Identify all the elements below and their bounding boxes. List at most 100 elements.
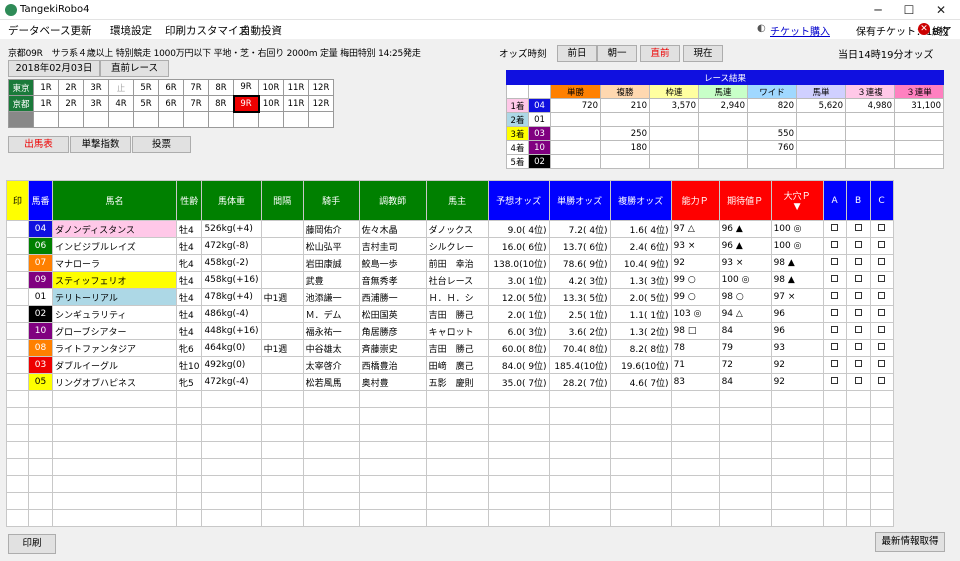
checkbox-cell[interactable] — [845, 288, 871, 306]
ticket-purchase-link[interactable]: チケット購入 — [770, 23, 830, 38]
table-row[interactable]: 07 マナローラ 牝4 458kg(-2) 岩田康誠 鮫島一歩 前田 幸治 138.0(10位… — [6, 254, 894, 272]
checkbox-cell[interactable] — [845, 356, 871, 374]
tab-index[interactable]: 単撃指数 — [70, 136, 131, 153]
exit-button[interactable]: 終了 — [932, 23, 952, 38]
checkbox-cell[interactable] — [869, 339, 894, 357]
race-button[interactable]: 2R — [58, 79, 84, 96]
checkbox[interactable] — [831, 377, 839, 384]
menu-db-update[interactable]: データベース更新 — [8, 23, 91, 38]
checkbox[interactable] — [854, 224, 862, 231]
checkbox[interactable] — [878, 258, 886, 265]
refresh-button[interactable]: 最新情報取得 — [875, 532, 945, 552]
column-header[interactable]: 印 — [6, 180, 29, 221]
checkbox[interactable] — [854, 377, 862, 384]
odds-time-button[interactable]: 直前 — [640, 45, 680, 62]
mark-cell[interactable] — [6, 322, 29, 340]
race-button[interactable]: 6R — [158, 79, 184, 96]
tab-entries[interactable]: 出馬表 — [8, 136, 69, 153]
prev-race-button[interactable]: 直前レース — [100, 60, 169, 77]
mark-cell[interactable] — [6, 356, 29, 374]
column-header[interactable]: 期待値Ｐ — [718, 180, 772, 221]
horse-name[interactable]: インビジブルレイズ — [52, 237, 177, 255]
race-button[interactable] — [158, 111, 184, 128]
race-button[interactable]: 1R — [33, 95, 59, 112]
odds-time-button[interactable]: 朝一 — [597, 45, 637, 62]
checkbox[interactable] — [878, 360, 886, 367]
race-button[interactable]: 9R — [232, 94, 260, 113]
column-header[interactable]: 大穴Ｐ ▼ — [770, 180, 824, 221]
race-button[interactable]: 1R — [33, 79, 59, 96]
checkbox[interactable] — [854, 258, 862, 265]
mark-cell[interactable] — [6, 339, 29, 357]
column-header[interactable]: 馬体重 — [201, 180, 262, 221]
race-button[interactable]: 止 — [108, 79, 134, 96]
race-button[interactable]: 4R — [108, 95, 134, 112]
column-header[interactable]: 単勝オッズ — [548, 180, 611, 221]
checkbox-cell[interactable] — [822, 305, 847, 323]
table-row[interactable]: 01 テリトーリアル 牡4 478kg(+4) 中1週 池添謙一 西浦勝一 Ｈ．Ｈ．シ 12.0… — [6, 288, 894, 306]
checkbox[interactable] — [831, 258, 839, 265]
checkbox-cell[interactable] — [822, 356, 847, 374]
horse-name[interactable]: リングオブハピネス — [52, 373, 177, 391]
venue-label[interactable] — [8, 111, 34, 128]
column-header[interactable]: C — [869, 180, 894, 221]
checkbox-cell[interactable] — [822, 322, 847, 340]
checkbox-cell[interactable] — [822, 271, 847, 289]
race-button[interactable]: 9R — [233, 79, 259, 96]
horse-name[interactable]: スティッフェリオ — [52, 271, 177, 289]
checkbox-cell[interactable] — [869, 220, 894, 238]
table-row[interactable]: 04 ダノンディスタンス 牡4 526kg(+4) 藤岡佑介 佐々木晶 ダノックス 9.0( … — [6, 220, 894, 238]
checkbox-cell[interactable] — [845, 220, 871, 238]
print-button[interactable]: 印刷 — [8, 534, 56, 554]
checkbox-cell[interactable] — [869, 322, 894, 340]
checkbox[interactable] — [831, 343, 839, 350]
race-button[interactable] — [233, 111, 259, 128]
race-button[interactable]: 11R — [283, 79, 309, 96]
race-button[interactable]: 10R — [258, 79, 284, 96]
checkbox[interactable] — [854, 360, 862, 367]
checkbox-cell[interactable] — [845, 271, 871, 289]
mark-cell[interactable] — [6, 220, 29, 238]
odds-time-button[interactable]: 現在 — [683, 45, 723, 62]
table-row[interactable]: 10 グローブシアター 牡4 448kg(+16) 福永祐一 角居勝彦 キャロット 6.0( … — [6, 322, 894, 340]
checkbox[interactable] — [878, 241, 886, 248]
checkbox-cell[interactable] — [822, 220, 847, 238]
checkbox[interactable] — [831, 241, 839, 248]
column-header[interactable]: 馬番 — [28, 180, 53, 221]
race-button[interactable] — [83, 111, 109, 128]
checkbox[interactable] — [831, 224, 839, 231]
checkbox[interactable] — [878, 275, 886, 282]
race-button[interactable]: 10R — [258, 95, 284, 112]
checkbox-cell[interactable] — [845, 305, 871, 323]
checkbox[interactable] — [854, 326, 862, 333]
column-header[interactable]: B — [845, 180, 871, 221]
checkbox[interactable] — [831, 292, 839, 299]
checkbox[interactable] — [878, 309, 886, 316]
checkbox-cell[interactable] — [869, 288, 894, 306]
checkbox[interactable] — [831, 309, 839, 316]
checkbox[interactable] — [878, 326, 886, 333]
horse-name[interactable]: マナローラ — [52, 254, 177, 272]
checkbox[interactable] — [878, 292, 886, 299]
checkbox[interactable] — [878, 343, 886, 350]
race-button[interactable] — [33, 111, 59, 128]
race-button[interactable] — [208, 111, 234, 128]
checkbox-cell[interactable] — [845, 339, 871, 357]
checkbox[interactable] — [878, 224, 886, 231]
venue-label[interactable]: 東京 — [8, 79, 34, 96]
race-button[interactable]: 8R — [208, 79, 234, 96]
horse-name[interactable]: シンギュラリティ — [52, 305, 177, 323]
column-header[interactable]: 騎手 — [302, 180, 360, 221]
race-button[interactable]: 7R — [183, 79, 209, 96]
mark-cell[interactable] — [6, 373, 29, 391]
tab-vote[interactable]: 投票 — [132, 136, 191, 153]
column-header[interactable]: 間隔 — [260, 180, 304, 221]
date-button[interactable]: 2018年02月03日 — [8, 60, 100, 77]
checkbox-cell[interactable] — [822, 254, 847, 272]
checkbox[interactable] — [854, 275, 862, 282]
table-row[interactable]: 05 リングオブハピネス 牝5 472kg(-4) 松若風馬 奥村豊 五影 慶則 35.0( … — [6, 373, 894, 391]
checkbox[interactable] — [854, 343, 862, 350]
race-button[interactable] — [308, 111, 334, 128]
column-header[interactable]: 能力Ｐ — [670, 180, 720, 221]
race-button[interactable] — [133, 111, 159, 128]
